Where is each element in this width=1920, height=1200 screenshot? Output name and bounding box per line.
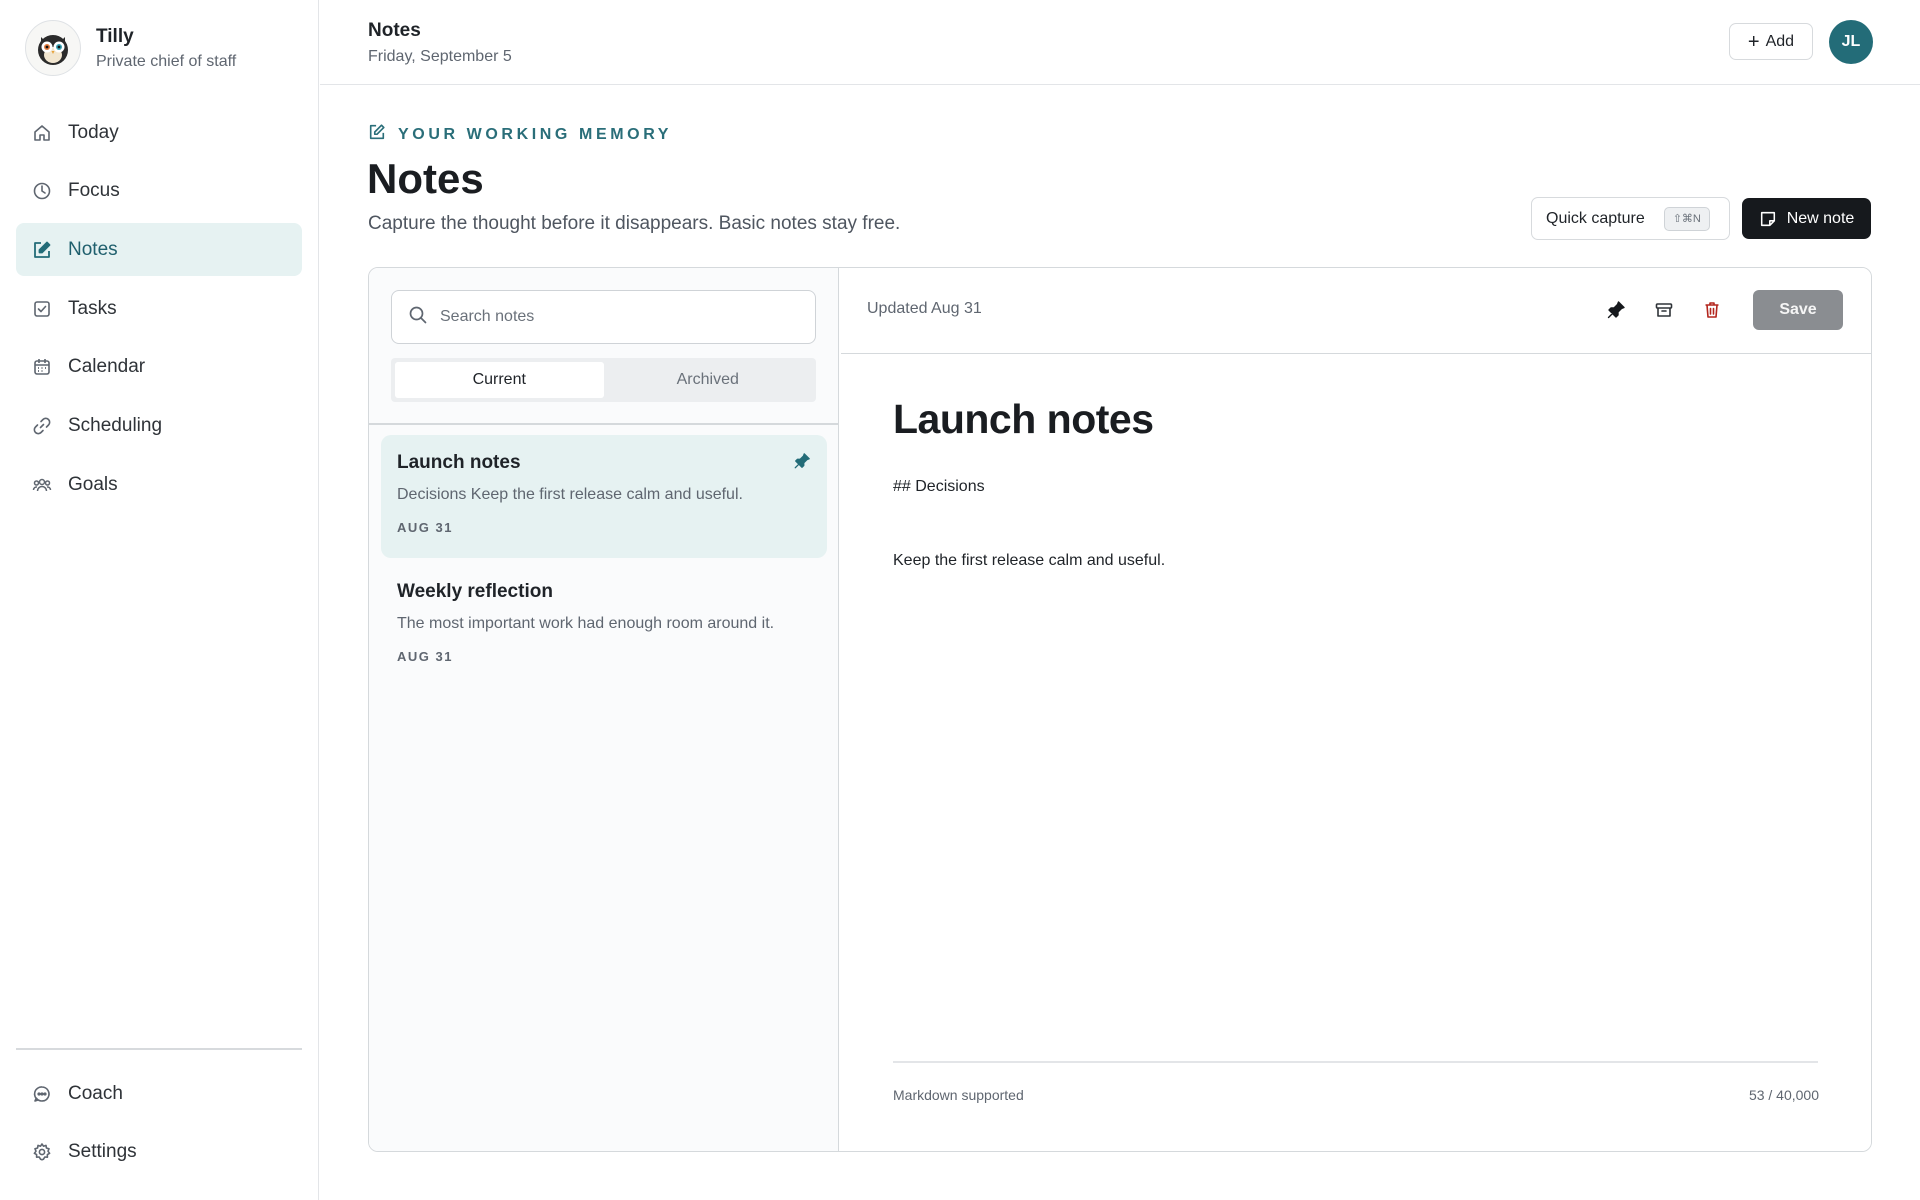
sidebar-item-label: Scheduling xyxy=(68,414,163,436)
page-eyebrow: YOUR WORKING MEMORY xyxy=(368,123,672,146)
chat-icon xyxy=(32,1084,52,1104)
sidebar-item-calendar[interactable]: Calendar xyxy=(16,341,302,394)
pin-icon xyxy=(793,452,811,475)
sidebar-bottom-nav: Coach Settings xyxy=(16,1067,302,1184)
owl-logo-icon xyxy=(25,20,81,76)
link-icon xyxy=(32,416,52,436)
note-editor: Updated Aug 31 Save Launch notes ## Deci… xyxy=(841,268,1871,1151)
note-title: Weekly reflection xyxy=(397,581,553,602)
brand[interactable]: Tilly Private chief of staff xyxy=(25,20,236,76)
quick-capture-label: Quick capture xyxy=(1546,209,1645,227)
note-date: AUG 31 xyxy=(397,649,453,664)
sidebar-item-label: Goals xyxy=(68,473,118,495)
sidebar-item-notes[interactable]: Notes xyxy=(16,223,302,277)
notes-tabs: Current Archived xyxy=(391,358,816,402)
note-title: Launch notes xyxy=(397,452,521,473)
list-divider xyxy=(369,423,838,425)
sidebar-item-label: Settings xyxy=(68,1141,137,1163)
notes-panel: Current Archived Launch notes Decisions … xyxy=(368,267,1872,1152)
people-icon xyxy=(32,475,52,495)
sidebar-item-label: Coach xyxy=(68,1082,123,1104)
calendar-icon xyxy=(32,357,52,377)
list-item[interactable]: Launch notes Decisions Keep the first re… xyxy=(381,435,827,558)
markdown-hint: Markdown supported xyxy=(893,1087,1024,1103)
sidebar-item-focus[interactable]: Focus xyxy=(16,165,302,218)
top-header: Notes Friday, September 5 + Add JL xyxy=(320,0,1920,85)
trash-icon[interactable] xyxy=(1700,298,1724,322)
note-editor-title[interactable]: Launch notes xyxy=(893,396,1154,443)
note-snippet: The most important work had enough room … xyxy=(397,615,775,632)
editor-toolbar: Updated Aug 31 Save xyxy=(841,268,1871,354)
edit-note-icon xyxy=(368,123,386,146)
brand-name: Tilly xyxy=(96,25,134,47)
add-button[interactable]: + Add xyxy=(1729,23,1813,60)
editor-footer-divider xyxy=(893,1061,1818,1063)
sidebar-item-tasks[interactable]: Tasks xyxy=(16,282,302,335)
home-icon xyxy=(32,123,52,143)
quick-capture-button[interactable]: Quick capture ⇧⌘N xyxy=(1531,197,1730,240)
page-title: Notes xyxy=(367,155,484,202)
search-box[interactable] xyxy=(391,290,816,344)
sidebar-item-settings[interactable]: Settings xyxy=(16,1126,302,1179)
notes-list-column: Current Archived Launch notes Decisions … xyxy=(369,268,839,1151)
sidebar-divider xyxy=(16,1048,302,1050)
note-snippet: Decisions Keep the first release calm an… xyxy=(397,486,743,503)
keyboard-shortcut: ⇧⌘N xyxy=(1663,206,1710,231)
archive-icon[interactable] xyxy=(1652,298,1676,322)
focus-icon xyxy=(32,181,52,201)
eyebrow-text: YOUR WORKING MEMORY xyxy=(398,125,673,143)
gear-icon xyxy=(32,1142,52,1162)
edit-note-icon xyxy=(32,240,52,260)
sidebar-item-today[interactable]: Today xyxy=(16,106,302,159)
sidebar-item-scheduling[interactable]: Scheduling xyxy=(16,399,302,452)
header-title: Notes xyxy=(368,20,421,41)
sidebar-item-label: Tasks xyxy=(68,297,117,319)
sidebar-item-label: Notes xyxy=(68,238,118,260)
note-date: AUG 31 xyxy=(397,520,453,535)
save-button[interactable]: Save xyxy=(1753,290,1843,330)
sidebar: Tilly Private chief of staff Today Focus… xyxy=(0,0,319,1200)
list-item[interactable]: Weekly reflection The most important wor… xyxy=(381,564,827,687)
search-input[interactable] xyxy=(440,308,800,326)
checkbox-icon xyxy=(32,299,52,319)
sidebar-item-goals[interactable]: Goals xyxy=(16,458,302,511)
add-button-label: Add xyxy=(1765,32,1795,50)
pin-icon[interactable] xyxy=(1604,298,1628,322)
plus-icon: + xyxy=(1747,30,1760,53)
brand-subtitle: Private chief of staff xyxy=(96,52,237,70)
new-note-label: New note xyxy=(1786,209,1855,227)
note-icon xyxy=(1759,210,1777,228)
sidebar-item-label: Calendar xyxy=(68,356,146,378)
page-subtitle: Capture the thought before it disappears… xyxy=(368,213,901,234)
sidebar-item-label: Focus xyxy=(68,180,120,202)
search-icon xyxy=(408,305,428,330)
character-count: 53 / 40,000 xyxy=(1748,1087,1819,1103)
new-note-button[interactable]: New note xyxy=(1742,198,1871,239)
sidebar-item-coach[interactable]: Coach xyxy=(16,1067,302,1120)
sidebar-item-label: Today xyxy=(68,121,119,143)
sidebar-nav: Today Focus Notes Tasks Calendar Schedul… xyxy=(16,106,302,517)
body-line: Keep the first release calm and useful. xyxy=(893,552,1166,569)
body-line: ## Decisions xyxy=(893,478,985,495)
header-date: Friday, September 5 xyxy=(368,48,512,65)
tab-current[interactable]: Current xyxy=(395,362,604,398)
tab-archived[interactable]: Archived xyxy=(604,362,813,398)
avatar[interactable]: JL xyxy=(1829,20,1873,64)
updated-timestamp: Updated Aug 31 xyxy=(867,300,982,317)
